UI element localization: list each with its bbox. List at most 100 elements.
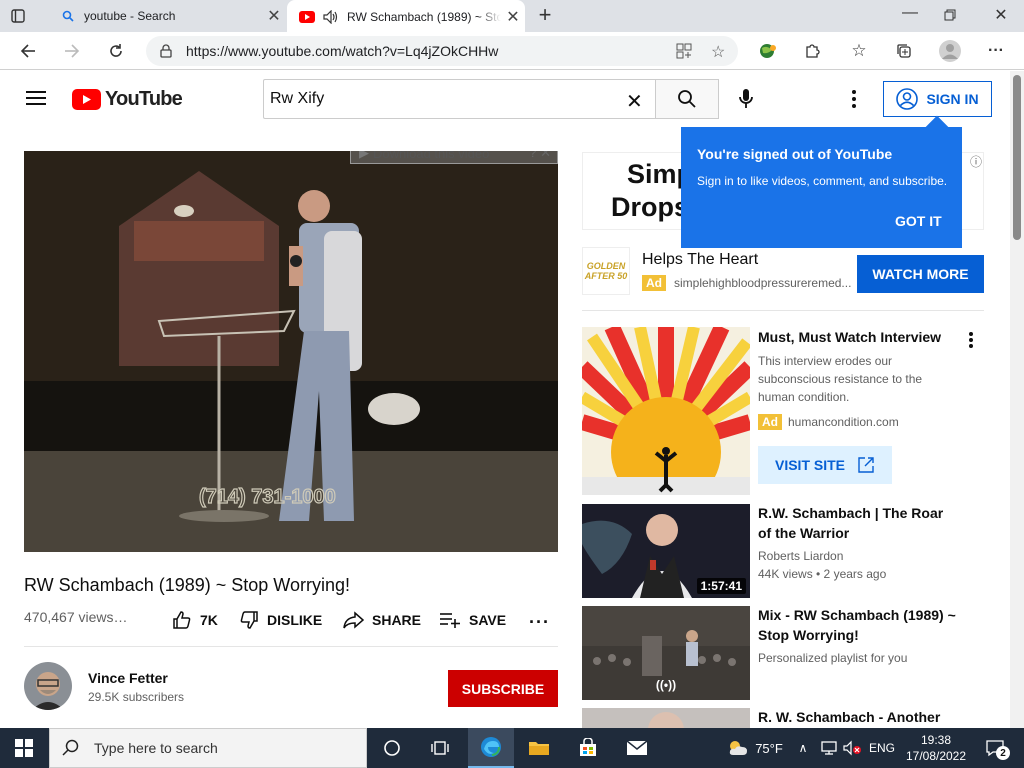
tab-close-icon[interactable]: ✕ (262, 6, 286, 26)
taskbar-search-box[interactable]: Type here to search (49, 728, 367, 768)
input-language[interactable]: ENG (866, 728, 898, 768)
popup-title: You're signed out of YouTube (697, 146, 893, 162)
tab-youtube-video[interactable]: RW Schambach (1989) ~ Sto ✕ (287, 0, 525, 33)
ad-info-icon[interactable]: ⓘ (970, 153, 982, 170)
youtube-favicon-icon (299, 9, 315, 25)
add-favorite-icon[interactable]: ☆ (711, 42, 725, 62)
tab-title: RW Schambach (1989) ~ Sto (347, 9, 501, 24)
task-view-icon[interactable] (418, 728, 462, 768)
extension-globe-icon[interactable] (754, 37, 782, 65)
channel-avatar[interactable] (24, 662, 72, 710)
clock[interactable]: 19:38 17/08/2022 (902, 728, 970, 768)
mail-icon[interactable] (615, 728, 659, 768)
subscribe-button[interactable]: SUBSCRIBE (448, 670, 558, 707)
dislike-button[interactable]: DISLIKE (239, 609, 322, 631)
refresh-icon[interactable] (102, 37, 130, 65)
ad-title[interactable]: Must, Must Watch Interview (758, 327, 954, 347)
video-frame: (714) 731-1000 (24, 151, 558, 552)
related-title[interactable]: R. W. Schambach - Another (758, 707, 958, 727)
share-button[interactable]: SHARE (342, 609, 421, 631)
video-player[interactable]: (714) 731-1000 ▶ Download this video ? ✕ (24, 151, 558, 552)
youtube-play-icon (72, 89, 101, 110)
search-button[interactable] (655, 79, 719, 119)
watch-more-button[interactable]: WATCH MORE (857, 255, 984, 293)
search-input[interactable]: Rw Xify ✕ (263, 79, 656, 119)
ad-options-icon[interactable] (963, 331, 979, 354)
ad-thumbnail[interactable] (582, 327, 750, 495)
tab-youtube-search[interactable]: youtube - Search ✕ (48, 0, 286, 32)
forward-icon[interactable] (58, 37, 86, 65)
save-button[interactable]: SAVE (439, 609, 506, 631)
microsoft-store-icon[interactable] (566, 728, 610, 768)
hamburger-menu-icon[interactable] (26, 90, 46, 111)
app-available-icon[interactable] (676, 43, 692, 62)
popup-text: Sign in to like videos, comment, and sub… (697, 174, 948, 188)
related-thumbnail[interactable]: 1:57:41 (582, 504, 750, 598)
share-label: SHARE (372, 612, 422, 628)
search-icon (62, 739, 79, 756)
visit-site-button[interactable]: VISIT SITE (758, 446, 892, 484)
ad-meta: Ad simplehighbloodpressureremed... (642, 275, 851, 291)
like-button[interactable]: 7K (172, 609, 218, 631)
speaker-audio-icon[interactable] (323, 9, 339, 25)
voice-search-microphone-icon[interactable] (738, 88, 754, 115)
sun-illustration (582, 327, 750, 495)
related-channel[interactable]: Roberts Liardon (758, 547, 843, 565)
start-windows-icon[interactable] (0, 728, 48, 768)
more-options-icon[interactable] (846, 89, 862, 114)
lock-icon[interactable] (146, 44, 186, 58)
favorites-icon[interactable]: ☆ (845, 37, 873, 65)
youtube-logo-text: YouTube (105, 88, 183, 110)
close-window-icon[interactable]: ✕ (990, 5, 1012, 25)
new-tab-icon[interactable]: + (533, 4, 557, 28)
ad-domain: humancondition.com (788, 415, 899, 429)
download-play-icon: ▶ (359, 151, 369, 160)
advertiser-logo-line2: AFTER 50 (584, 271, 628, 281)
download-video-overlay[interactable]: ▶ Download this video ? ✕ (350, 151, 558, 164)
ad-domain: simplehighbloodpressureremed... (674, 276, 852, 290)
file-explorer-icon[interactable] (517, 728, 561, 768)
notifications-icon[interactable]: 2 (978, 728, 1012, 768)
ad-badge: Ad (642, 275, 666, 291)
settings-more-icon[interactable]: ··· (982, 37, 1010, 65)
video-title: RW Schambach (1989) ~ Stop Worrying! (24, 575, 350, 595)
cortana-icon[interactable] (370, 728, 414, 768)
show-hidden-icons-icon[interactable]: ∧ (793, 728, 813, 768)
page-scrollbar[interactable] (1010, 71, 1024, 728)
address-bar[interactable]: https://www.youtube.com/watch?v=Lq4jZOkC… (146, 36, 738, 66)
advertiser-logo[interactable]: GOLDEN AFTER 50 (582, 247, 630, 295)
related-meta: 44K views • 2 years ago (758, 567, 887, 581)
video-thumbnail-image (582, 708, 750, 728)
got-it-button[interactable]: GOT IT (895, 213, 942, 229)
share-icon (343, 611, 364, 629)
weather-widget[interactable]: 75°F (722, 728, 788, 768)
back-icon[interactable] (14, 37, 42, 65)
thumbs-up-icon (173, 611, 191, 629)
extensions-puzzle-icon[interactable] (798, 37, 826, 65)
related-title[interactable]: Mix - RW Schambach (1989) ~ Stop Worryin… (758, 605, 958, 645)
ad-title[interactable]: Helps The Heart (642, 251, 758, 269)
more-actions-icon[interactable]: ··· (529, 612, 550, 633)
profile-avatar-icon[interactable] (936, 37, 964, 65)
ad-meta: Ad humancondition.com (758, 414, 899, 430)
minimize-icon[interactable]: — (898, 4, 922, 22)
collections-icon[interactable] (890, 37, 918, 65)
restore-icon[interactable] (944, 8, 966, 24)
tab-close-icon[interactable]: ✕ (501, 7, 525, 27)
youtube-logo[interactable]: YouTube (72, 88, 183, 111)
sign-in-label: SIGN IN (926, 91, 979, 107)
video-duration: 1:57:41 (696, 578, 746, 594)
related-thumbnail[interactable]: ((•)) (582, 606, 750, 700)
channel-name[interactable]: Vince Fetter (88, 670, 168, 686)
volume-muted-icon[interactable] (842, 728, 864, 768)
sign-in-button[interactable]: SIGN IN (883, 81, 992, 117)
view-count[interactable]: 470,467 views… (24, 609, 128, 625)
related-thumbnail[interactable] (582, 708, 750, 728)
related-title[interactable]: R.W. Schambach | The Roar of the Warrior (758, 503, 958, 543)
download-help-close-icon[interactable]: ? ✕ (529, 151, 551, 161)
network-icon[interactable] (818, 728, 840, 768)
tab-actions-icon[interactable] (8, 6, 28, 26)
clear-search-icon[interactable]: ✕ (626, 89, 643, 114)
edge-taskbar-icon[interactable] (468, 728, 514, 768)
scrollbar-thumb[interactable] (1013, 75, 1021, 240)
